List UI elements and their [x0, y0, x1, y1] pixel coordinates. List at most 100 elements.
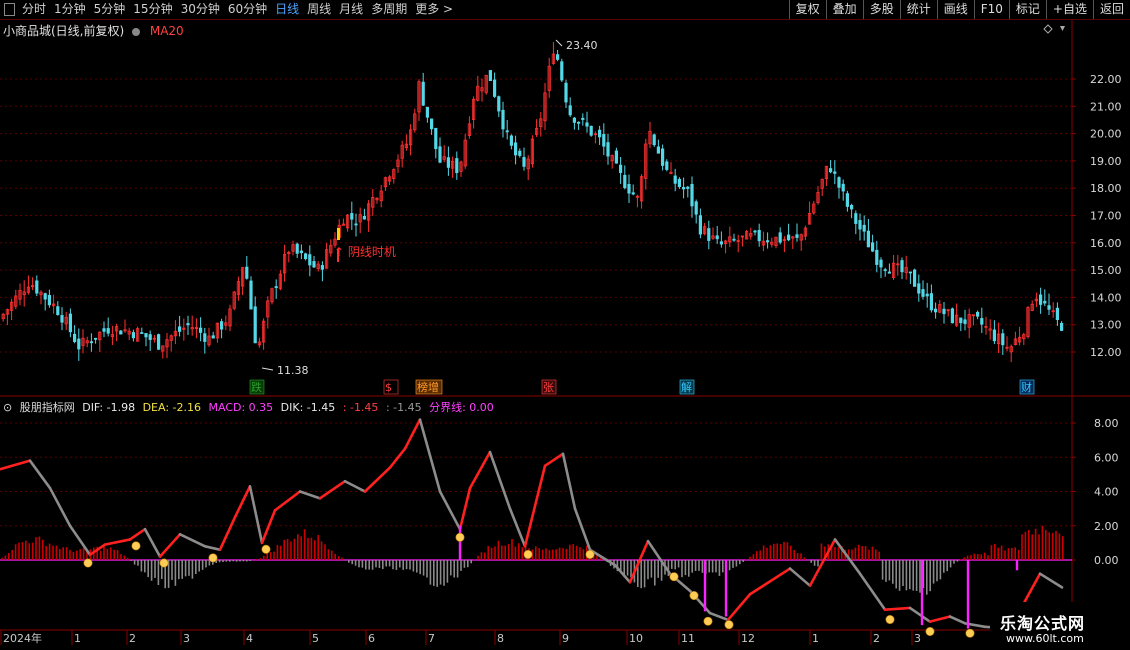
- collapse-icon[interactable]: ⊙: [3, 401, 12, 414]
- price-tick-label: 13.00: [1090, 319, 1122, 332]
- candle-body: [455, 158, 459, 174]
- dif-line-segment: [343, 479, 367, 493]
- candle-body: [421, 81, 425, 106]
- price-tick-label: 21.00: [1090, 100, 1122, 113]
- dif-line-segment: [363, 466, 392, 493]
- candle-body: [925, 293, 929, 297]
- candle-body: [1047, 305, 1051, 310]
- dif-line-segment: [403, 418, 422, 450]
- candle-body: [73, 333, 77, 342]
- candle-body: [950, 308, 955, 324]
- candle-body: [303, 253, 308, 260]
- time-axis-label: 2: [873, 632, 880, 645]
- high-marker: [555, 39, 563, 47]
- candle-body: [320, 265, 325, 270]
- dif-line-segment: [858, 572, 887, 611]
- dif-line-segment: [883, 606, 912, 611]
- price-tick-label: 18.00: [1090, 182, 1122, 195]
- dif-line-segment: [1038, 572, 1064, 589]
- candle-body: [757, 229, 761, 242]
- candle-body: [871, 242, 875, 252]
- candle-body: [295, 243, 299, 254]
- time-axis-label: 7: [428, 632, 435, 645]
- hand-pointer-icon: [669, 572, 679, 582]
- low-marker: [261, 367, 274, 371]
- candle-body: [211, 335, 215, 339]
- candle-body: [35, 280, 39, 294]
- watermark: 乐淘公式网 www.60lt.com: [990, 602, 1130, 650]
- candle-body: [887, 271, 892, 274]
- time-axis-label: 3: [914, 632, 921, 645]
- hand-pointer-icon: [131, 541, 141, 551]
- hand-pointer-icon: [965, 628, 975, 638]
- dif-line-segment: [908, 606, 932, 623]
- candle-body: [627, 184, 631, 194]
- candle-body: [862, 224, 866, 232]
- candle-body: [883, 269, 887, 272]
- dif-line-segment: [298, 490, 322, 500]
- candle-body: [992, 329, 997, 342]
- candle-body: [686, 186, 690, 189]
- triangle-icon: [1060, 26, 1065, 31]
- candle-body: [89, 341, 93, 344]
- time-axis-label: 1: [812, 632, 819, 645]
- time-axis-label: 3: [183, 632, 190, 645]
- dif-line-segment: [48, 486, 72, 528]
- candle-body: [778, 232, 782, 243]
- time-axis-label: 2024年: [3, 631, 42, 645]
- event-tag-label: $: [385, 381, 392, 394]
- candle-body: [249, 280, 253, 310]
- candle-body: [308, 254, 312, 266]
- event-tag-label: 财: [1021, 380, 1032, 394]
- candle-body: [866, 230, 871, 248]
- time-axis-label: 5: [312, 632, 319, 645]
- candle-body: [245, 266, 249, 279]
- candle-body: [837, 177, 841, 188]
- candle-body: [934, 308, 938, 313]
- dif-line-segment: [928, 615, 952, 623]
- hand-pointer-icon: [925, 626, 935, 636]
- candle-body: [177, 326, 182, 332]
- time-axis-label: 2: [129, 632, 136, 645]
- dif-line-segment: [0, 459, 32, 471]
- candle-body: [438, 146, 442, 163]
- candle-body: [732, 238, 736, 241]
- candle-body: [505, 130, 509, 133]
- dif-line-segment: [438, 490, 462, 531]
- hand-pointer-icon: [208, 553, 218, 563]
- indicator-tick-label: 6.00: [1094, 451, 1119, 464]
- candle-body: [522, 157, 526, 167]
- chart-canvas[interactable]: 22.0021.0020.0019.0018.0017.0016.0015.00…: [0, 0, 1130, 650]
- indicator-tick-label: 0.00: [1094, 554, 1119, 567]
- dif-line-segment: [273, 490, 302, 512]
- candle-body: [434, 127, 438, 150]
- dif-line-segment: [260, 509, 277, 545]
- hand-pointer-icon: [261, 544, 271, 554]
- hand-pointer-icon: [703, 616, 713, 626]
- candle-body: [921, 289, 925, 297]
- indicator-title: ⊙ 股朋指标网 DIF: -1.98 DEA: -2.16 MACD: 0.35…: [3, 399, 498, 415]
- candle-body: [858, 220, 862, 230]
- dif-line-segment: [418, 418, 442, 493]
- price-tick-label: 12.00: [1090, 346, 1122, 359]
- candle-body: [564, 82, 568, 103]
- hand-pointer-icon: [159, 558, 169, 568]
- hand-pointer-icon: [885, 615, 895, 625]
- candle-body: [501, 109, 505, 130]
- boundary-label: 分界线: 0.00: [429, 401, 494, 414]
- dik-label: DIK: -1.45: [280, 401, 336, 414]
- time-axis-label: 11: [681, 632, 695, 645]
- hand-pointer-icon: [523, 549, 533, 559]
- time-axis-label: 8: [497, 632, 504, 645]
- price-tick-label: 15.00: [1090, 264, 1122, 277]
- candle-body: [598, 129, 602, 138]
- candle-body: [518, 150, 522, 156]
- candle-body: [47, 294, 52, 306]
- candle-body: [715, 235, 719, 240]
- candle-body: [186, 323, 190, 326]
- hand-pointer-icon: [83, 558, 93, 568]
- candle-body: [606, 142, 610, 157]
- event-tag-label: 张: [543, 381, 554, 394]
- candle-body: [619, 164, 623, 173]
- low-price-label: 11.38: [277, 364, 309, 377]
